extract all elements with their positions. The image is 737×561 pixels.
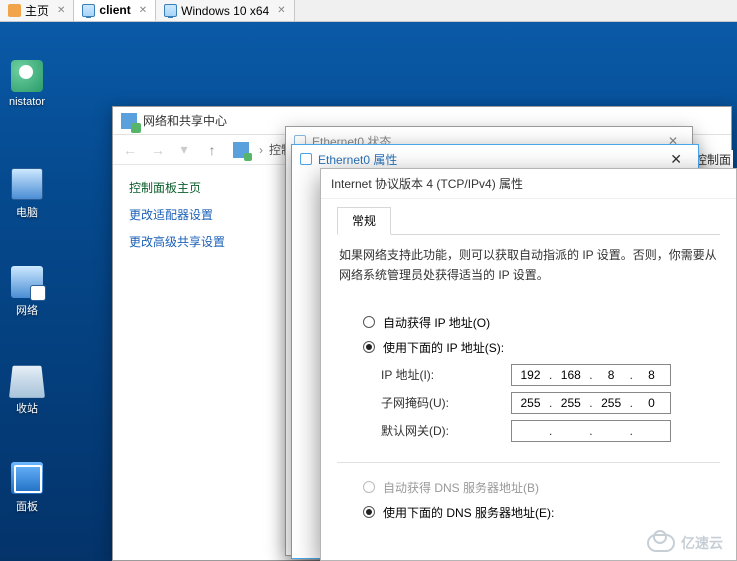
watermark: 亿速云: [647, 533, 723, 553]
monitor-icon: [82, 4, 95, 17]
radio-auto-ip[interactable]: 自动获得 IP 地址(O): [363, 314, 712, 331]
label: 收站: [16, 403, 38, 415]
label: 面板: [16, 501, 38, 513]
close-button[interactable]: ✕: [662, 151, 690, 168]
tab-home[interactable]: 主页 ✕: [0, 0, 74, 21]
label-mask: 子网掩码(U):: [381, 394, 511, 411]
recycle-icon: [9, 366, 45, 398]
label-ip: IP 地址(I):: [381, 366, 511, 383]
radio-icon: [363, 341, 375, 353]
nav-up-button[interactable]: ↑: [201, 139, 223, 161]
radio-auto-dns: 自动获得 DNS 服务器地址(B): [363, 479, 712, 496]
row-subnet-mask: 子网掩码(U): 255. 255. 255. 0: [381, 392, 712, 414]
tab-client[interactable]: client ✕: [74, 0, 156, 21]
radio-manual-ip[interactable]: 使用下面的 IP 地址(S):: [363, 339, 712, 356]
control-panel-icon: [11, 462, 43, 494]
radio-icon: [363, 481, 375, 493]
link-change-advanced[interactable]: 更改高级共享设置: [129, 233, 276, 250]
window-title: 网络和共享中心: [143, 112, 227, 129]
desktop-network[interactable]: 网络: [4, 266, 50, 318]
side-panel-title: 控制面板主页: [129, 179, 276, 196]
ip-group: 自动获得 IP 地址(O) 使用下面的 IP 地址(S): IP 地址(I): …: [337, 302, 720, 452]
desktop-admin[interactable]: nistator: [4, 60, 50, 108]
close-icon[interactable]: ✕: [57, 5, 65, 16]
desktop-pc[interactable]: 电脑: [4, 168, 50, 220]
tab-win10[interactable]: Windows 10 x64 ✕: [156, 0, 294, 21]
separator: [337, 462, 720, 463]
pc-icon: [11, 168, 43, 200]
network-center-icon: [121, 113, 137, 129]
desktop-control[interactable]: 面板: [4, 462, 50, 514]
vm-tabs: 主页 ✕ client ✕ Windows 10 x64 ✕: [0, 0, 737, 22]
home-icon: [8, 4, 21, 17]
side-panel: 控制面板主页 更改适配器设置 更改高级共享设置: [113, 165, 293, 560]
nav-history-button[interactable]: ▾: [173, 139, 195, 161]
radio-icon: [363, 506, 375, 518]
nav-back-button[interactable]: ←: [117, 139, 139, 161]
close-icon[interactable]: ✕: [139, 5, 147, 16]
monitor-icon: [164, 4, 177, 17]
titlebar[interactable]: Internet 协议版本 4 (TCP/IPv4) 属性: [321, 169, 736, 199]
tab-strip: 常规: [337, 207, 720, 235]
label: 电脑: [16, 207, 38, 219]
desktop-recycle[interactable]: 收站: [4, 364, 50, 416]
row-ip-address: IP 地址(I): 192. 168. 8. 8: [381, 364, 712, 386]
breadcrumb-icon: [233, 142, 249, 158]
input-subnet-mask[interactable]: 255. 255. 255. 0: [511, 392, 671, 414]
description-text: 如果网络支持此功能，则可以获取自动指派的 IP 设置。否则，你需要从网络系统管理…: [339, 245, 718, 286]
dialog-ipv4-properties: Internet 协议版本 4 (TCP/IPv4) 属性 常规 如果网络支持此…: [320, 168, 737, 561]
close-icon[interactable]: ✕: [277, 5, 285, 16]
window-title: Ethernet0 属性: [318, 151, 397, 168]
radio-icon: [363, 316, 375, 328]
row-gateway: 默认网关(D): . . .: [381, 420, 712, 442]
nav-forward-button[interactable]: →: [145, 139, 167, 161]
label: nistator: [9, 96, 45, 108]
tab-general[interactable]: 常规: [337, 207, 391, 235]
tab-win10-label: Windows 10 x64: [181, 4, 269, 18]
user-icon: [11, 60, 43, 92]
tab-home-label: 主页: [25, 2, 49, 19]
dns-group: 自动获得 DNS 服务器地址(B) 使用下面的 DNS 服务器地址(E):: [337, 467, 720, 533]
cloud-icon: [647, 534, 675, 552]
ethernet-icon: [300, 153, 312, 165]
network-icon: [11, 266, 43, 298]
label: 网络: [16, 305, 38, 317]
radio-manual-dns[interactable]: 使用下面的 DNS 服务器地址(E):: [363, 504, 712, 521]
label-gateway: 默认网关(D):: [381, 422, 511, 439]
link-change-adapter[interactable]: 更改适配器设置: [129, 206, 276, 223]
dialog-title: Internet 协议版本 4 (TCP/IPv4) 属性: [331, 175, 523, 192]
input-gateway[interactable]: . . .: [511, 420, 671, 442]
tab-client-label: client: [99, 3, 130, 17]
input-ip-address[interactable]: 192. 168. 8. 8: [511, 364, 671, 386]
